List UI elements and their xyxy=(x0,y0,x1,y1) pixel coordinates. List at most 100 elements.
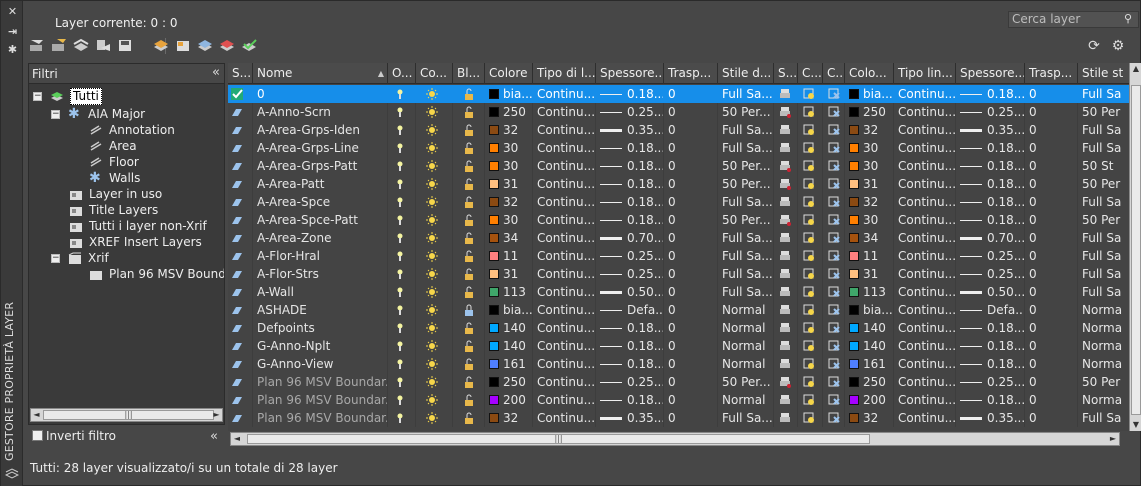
transparency-cell[interactable]: 0 xyxy=(664,355,718,373)
plot-icon[interactable] xyxy=(779,268,791,280)
vp-color-cell[interactable]: 34 xyxy=(845,229,894,247)
layer-status-icon[interactable] xyxy=(231,394,243,406)
status-cell[interactable] xyxy=(228,229,253,247)
layer-status-icon[interactable] xyxy=(231,286,243,298)
vp-freeze-icon[interactable] xyxy=(828,178,840,190)
thaw-sun-icon[interactable] xyxy=(426,88,438,100)
new-group-filter-icon[interactable] xyxy=(51,38,67,53)
plot-cell[interactable] xyxy=(774,157,798,175)
thaw-sun-icon[interactable] xyxy=(426,394,438,406)
delete-layer-icon[interactable] xyxy=(197,38,213,53)
vp-transparency-cell[interactable]: 0 xyxy=(1025,283,1078,301)
collapse-icon[interactable]: − xyxy=(51,254,60,263)
tree-item-tutti[interactable]: − Tutti xyxy=(33,88,223,105)
vp-freeze-cell[interactable] xyxy=(823,175,845,193)
vp-plot-style-cell[interactable]: Full Sa xyxy=(1078,265,1129,283)
lock-cell[interactable] xyxy=(453,193,485,211)
new-vp-freeze-icon[interactable] xyxy=(803,376,815,388)
layer-status-icon[interactable] xyxy=(231,196,243,208)
plot-style-cell[interactable]: Normal xyxy=(718,319,774,337)
properties-gear-icon[interactable]: ✱ xyxy=(6,43,19,56)
freeze-cell[interactable] xyxy=(416,247,453,265)
vp-freeze-cell[interactable] xyxy=(823,85,845,103)
lock-cell[interactable] xyxy=(453,283,485,301)
column-header[interactable]: Co... xyxy=(416,63,453,84)
vp-freeze-cell[interactable] xyxy=(823,265,845,283)
vp-transparency-cell[interactable]: 0 xyxy=(1025,193,1078,211)
new-vp-freeze-icon[interactable] xyxy=(803,214,815,226)
on-bulb-icon[interactable] xyxy=(394,232,406,244)
plot-style-cell[interactable]: Full Sa... xyxy=(718,247,774,265)
layer-name[interactable]: A-Area-Zone xyxy=(253,229,388,247)
layer-name[interactable]: Plan 96 MSV Boundar... xyxy=(253,391,388,409)
on-bulb-icon[interactable] xyxy=(394,322,406,334)
layer-status-icon[interactable] xyxy=(231,232,243,244)
new-layer-vp-frozen-icon[interactable] xyxy=(175,38,191,53)
vp-freeze-cell[interactable] xyxy=(823,121,845,139)
transparency-cell[interactable]: 0 xyxy=(664,409,718,427)
refresh-icon[interactable]: ⟳ xyxy=(1086,38,1102,54)
plot-style-cell[interactable]: 50 Per... xyxy=(718,157,774,175)
thaw-sun-icon[interactable] xyxy=(426,304,438,316)
transparency-cell[interactable]: 0 xyxy=(664,211,718,229)
column-header[interactable]: Bl... xyxy=(453,63,485,84)
plot-style-cell[interactable]: 50 Per... xyxy=(718,211,774,229)
collapse-icon[interactable]: − xyxy=(51,110,60,119)
vp-lineweight-cell[interactable]: 0.25... xyxy=(956,103,1025,121)
new-vp-freeze-icon[interactable] xyxy=(803,394,815,406)
new-vp-freeze-icon[interactable] xyxy=(803,268,815,280)
vp-freeze-icon[interactable] xyxy=(828,106,840,118)
layer-name[interactable]: A-Area-Spce-Patt xyxy=(253,211,388,229)
vp-plot-style-cell[interactable]: Full Sa xyxy=(1078,283,1129,301)
new-vp-freeze-cell[interactable] xyxy=(798,265,823,283)
layer-status-icon[interactable] xyxy=(231,376,243,388)
vp-lineweight-cell[interactable]: 0.35... xyxy=(956,121,1025,139)
on-cell[interactable] xyxy=(388,247,416,265)
lock-cell[interactable] xyxy=(453,139,485,157)
transparency-cell[interactable]: 0 xyxy=(664,121,718,139)
search-layer-input[interactable]: Cerca layer ⚲ xyxy=(1008,11,1139,28)
table-row[interactable]: A-Flor-Hral 11 Continu... 0.25... 0 Full Sa..… xyxy=(228,247,1129,265)
color-cell[interactable]: 30 xyxy=(485,139,533,157)
vp-linetype-cell[interactable]: Continu... xyxy=(894,301,956,319)
new-vp-freeze-cell[interactable] xyxy=(798,229,823,247)
plot-cell[interactable] xyxy=(774,175,798,193)
column-header[interactable]: S... xyxy=(774,63,798,84)
freeze-cell[interactable] xyxy=(416,121,453,139)
plot-cell[interactable] xyxy=(774,247,798,265)
vp-freeze-icon[interactable] xyxy=(828,160,840,172)
scroll-thumb[interactable]: ||| xyxy=(43,410,214,420)
on-cell[interactable] xyxy=(388,229,416,247)
vp-transparency-cell[interactable]: 0 xyxy=(1025,85,1078,103)
column-header[interactable]: Nome ▲ xyxy=(253,63,388,84)
freeze-cell[interactable] xyxy=(416,355,453,373)
status-cell[interactable] xyxy=(228,283,253,301)
table-row[interactable]: G-Anno-Nplt 140 Continu... 0.18... 0 Normal 14… xyxy=(228,337,1129,355)
column-header[interactable]: Stile st xyxy=(1078,63,1129,84)
lock-cell[interactable] xyxy=(453,391,485,409)
lineweight-cell[interactable]: 0.35... xyxy=(596,409,664,427)
on-bulb-icon[interactable] xyxy=(394,106,406,118)
linetype-cell[interactable]: Continu... xyxy=(533,337,596,355)
on-cell[interactable] xyxy=(388,121,416,139)
vp-freeze-cell[interactable] xyxy=(823,283,845,301)
lineweight-cell[interactable]: 0.50... xyxy=(596,283,664,301)
thaw-sun-icon[interactable] xyxy=(426,322,438,334)
lock-cell[interactable] xyxy=(453,373,485,391)
vp-lineweight-cell[interactable]: 0.18... xyxy=(956,139,1025,157)
no-plot-icon[interactable] xyxy=(779,160,791,172)
layer-name[interactable]: 0 xyxy=(253,85,388,103)
vp-lineweight-cell[interactable]: 0.18... xyxy=(956,337,1025,355)
transparency-cell[interactable]: 0 xyxy=(664,139,718,157)
new-property-filter-icon[interactable] xyxy=(29,38,45,53)
transparency-cell[interactable]: 0 xyxy=(664,319,718,337)
vp-plot-style-cell[interactable]: Full Sa xyxy=(1078,247,1129,265)
lock-cell[interactable] xyxy=(453,319,485,337)
linetype-cell[interactable]: Continu... xyxy=(533,355,596,373)
table-row[interactable]: A-Flor-Strs 31 Continu... 0.25... 0 Full Sa..… xyxy=(228,265,1129,283)
autohide-icon[interactable]: ⇥ xyxy=(6,25,19,38)
vp-plot-style-cell[interactable]: Full Sa xyxy=(1078,409,1129,427)
on-bulb-icon[interactable] xyxy=(394,268,406,280)
lineweight-cell[interactable]: 0.18... xyxy=(596,337,664,355)
column-header[interactable]: Stile d... xyxy=(718,63,774,84)
